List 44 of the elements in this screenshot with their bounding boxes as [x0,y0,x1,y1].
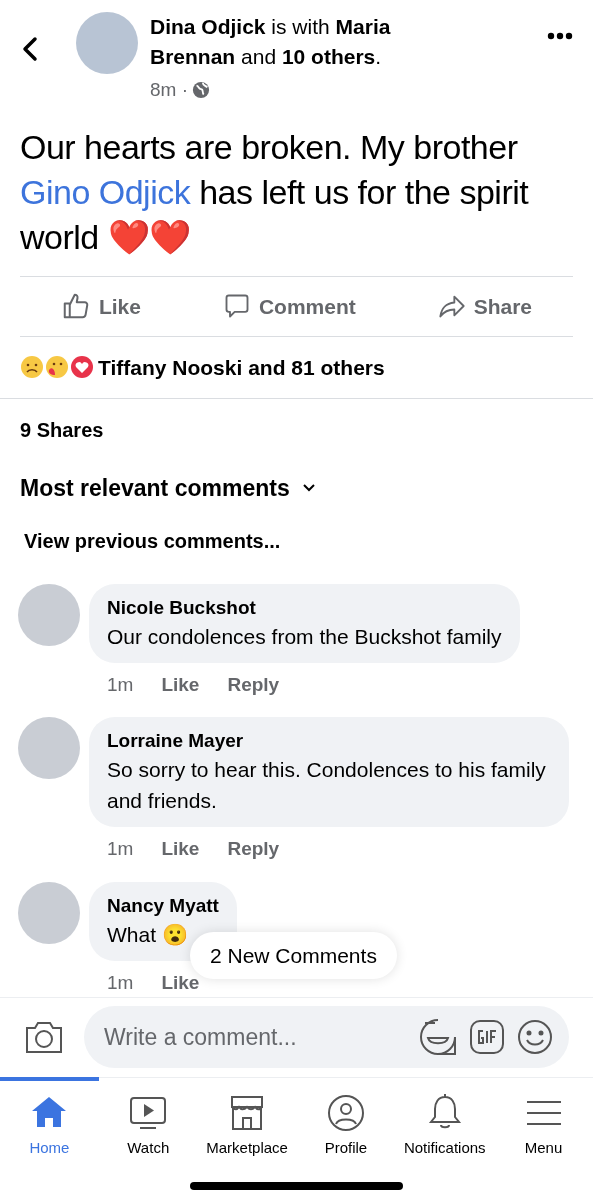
profile-icon [325,1092,366,1133]
view-previous-link[interactable]: View previous comments... [24,525,281,556]
post-header-text: Dina Odjick is with Maria Brennan and 10 others. [150,14,392,70]
comment-text: Our condolences from the Buckshot family [107,623,502,650]
comment-text: What 😮 [107,921,189,948]
tagged-link[interactable]: Gino Odjick [20,172,191,211]
more-icon[interactable] [547,32,573,40]
back-icon[interactable] [20,36,40,62]
comment-input-field[interactable]: Write a comment... [104,1020,407,1055]
post-text: Our hearts are broken. My brother Gino Odjick has left us for the spirit world ❤❤ [19,126,530,258]
gif-icon[interactable] [469,1019,505,1056]
nav-tab[interactable]: Menu [494,1076,593,1166]
post-action-button[interactable]: Share [429,282,540,331]
comment-action-link[interactable]: Like [161,670,200,700]
post-action-button[interactable]: Like [52,282,149,331]
comment-composer[interactable]: Write a comment... [84,1006,569,1069]
post-time: 8m · [150,78,188,102]
comment-time: 1m [107,672,134,697]
comment-time: 1m [107,970,134,995]
comment-author[interactable]: Lorraine Mayer [107,728,551,755]
comment-action-link[interactable]: Like [161,835,200,864]
nav-tab[interactable]: Marketplace [197,1076,297,1166]
comment-action-link[interactable]: Reply [227,670,280,700]
emoji-icon[interactable] [517,1019,553,1056]
comment-author[interactable]: Nancy Myatt [107,892,219,919]
post-action-button[interactable]: Comment [214,282,364,331]
comment-time: 1m [107,837,134,862]
nav-tab[interactable]: Home [0,1076,99,1166]
nav-tab[interactable]: Notifications [395,1076,495,1166]
shares-count[interactable]: 9 Shares [20,414,104,445]
sad-face-icon [20,355,44,380]
camera-icon[interactable] [24,1019,64,1056]
reactions-summary[interactable]: Tiffany Nooski and 81 others [98,351,385,384]
chevron-down-icon[interactable] [301,483,316,494]
comment-sort-dropdown[interactable]: Most relevant comments [20,470,290,506]
comment-author[interactable]: Nicole Buckshot [107,594,502,621]
comment-action-link[interactable]: Reply [227,835,280,864]
new-comments-pill[interactable]: 2 New Comments [190,931,397,980]
nav-tab[interactable]: Watch [98,1076,198,1166]
globe-icon [192,81,210,100]
comment-text: So sorry to hear this. Condolences to his family and friends. [107,757,547,815]
hugging-face-icon [45,355,69,380]
sticker-icon[interactable] [419,1018,457,1057]
nav-tab[interactable]: Profile [296,1076,396,1166]
